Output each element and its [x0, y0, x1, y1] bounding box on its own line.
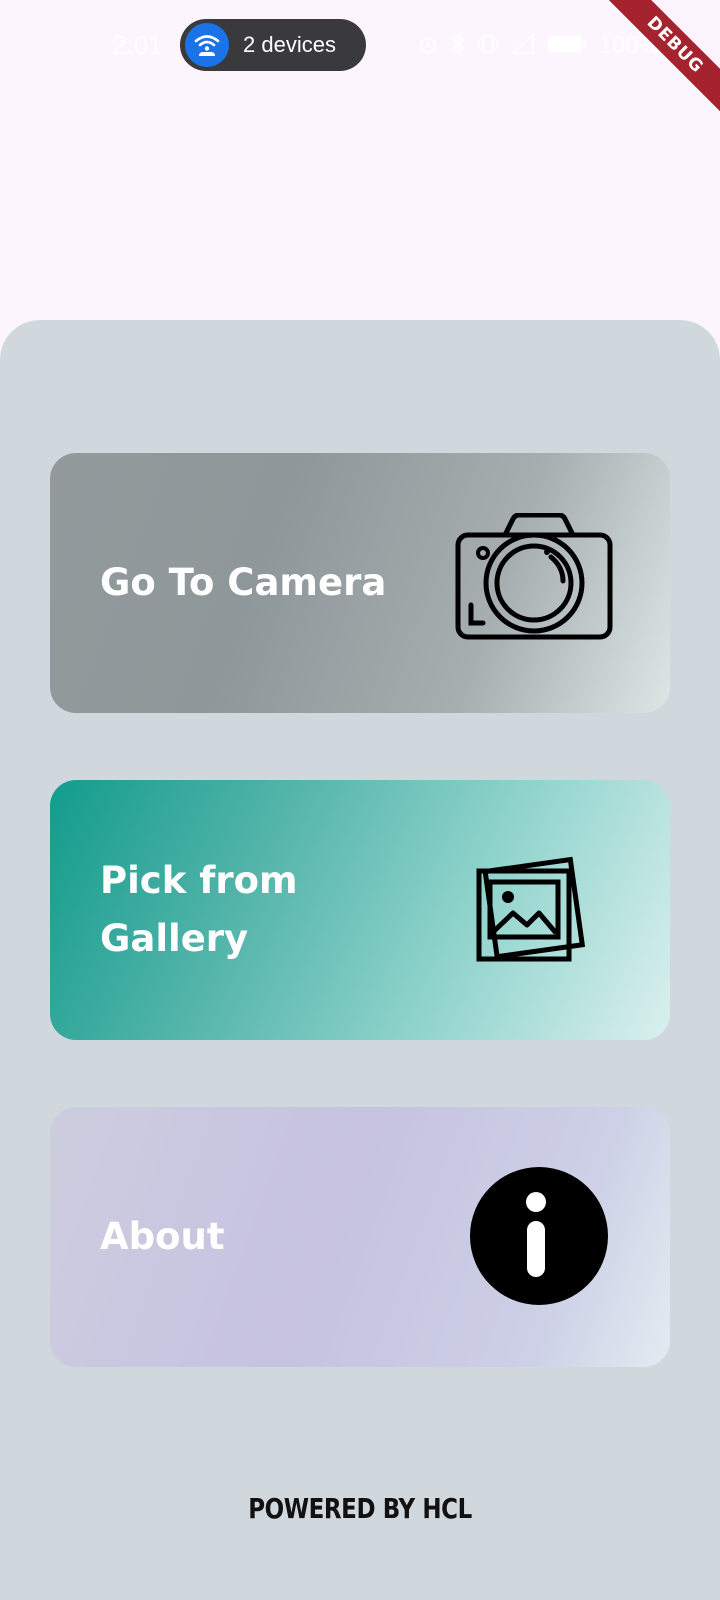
info-icon	[470, 1167, 608, 1305]
about-button[interactable]: About	[50, 1107, 670, 1367]
pick-from-gallery-button[interactable]: Pick from Gallery	[50, 780, 670, 1040]
home-panel: Go To Camera Pick from Gallery About	[0, 320, 720, 1600]
debug-label: DEBUG	[604, 0, 720, 116]
gallery-icon	[476, 856, 586, 962]
debug-ribbon: DEBUG	[590, 0, 720, 130]
signal-icon	[510, 32, 535, 59]
battery-icon	[547, 34, 587, 58]
bluetooth-icon	[451, 33, 465, 59]
status-time: 2:01	[112, 30, 163, 60]
alarm-icon	[417, 33, 439, 59]
vibrate-icon	[477, 33, 499, 59]
devices-label: 2 devices	[243, 32, 336, 57]
card-label: About	[100, 1215, 225, 1258]
card-label: Pick from Gallery	[100, 859, 298, 960]
powered-by-footer: POWERED BY HCL	[248, 1492, 472, 1525]
connected-devices-pill[interactable]: 2 devices	[180, 19, 366, 71]
card-label: Go To Camera	[100, 561, 387, 604]
camera-icon	[455, 513, 613, 640]
go-to-camera-button[interactable]: Go To Camera	[50, 453, 670, 713]
wifi-icon	[185, 23, 229, 67]
